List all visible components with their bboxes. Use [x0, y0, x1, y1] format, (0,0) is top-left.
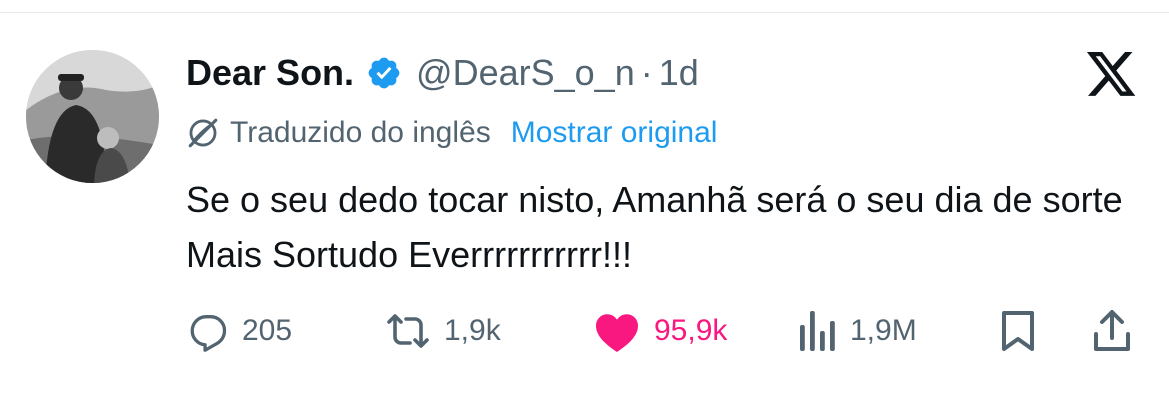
like-count: 95,9k	[654, 314, 728, 347]
avatar-photo	[26, 50, 159, 183]
translate-off-icon	[186, 116, 220, 150]
top-divider	[0, 12, 1169, 13]
reply-count: 205	[242, 314, 293, 347]
tweet-timestamp[interactable]: 1d	[659, 52, 699, 94]
repost-icon	[387, 314, 429, 348]
x-logo-icon[interactable]	[1086, 52, 1138, 98]
share-button[interactable]	[1092, 305, 1132, 357]
avatar[interactable]	[26, 50, 159, 183]
verified-badge-icon	[366, 55, 402, 91]
bookmark-icon	[1002, 311, 1034, 351]
translation-note: Traduzido do inglês	[230, 116, 491, 149]
views-button[interactable]: 1,9M	[798, 305, 917, 357]
reply-button[interactable]: 205	[186, 305, 292, 357]
action-bar: 205 1,9k 95,9k 1,9M	[186, 305, 1136, 357]
repost-button[interactable]: 1,9k	[384, 305, 501, 357]
like-button[interactable]: 95,9k	[592, 305, 727, 357]
share-icon	[1094, 310, 1130, 351]
heart-icon	[596, 314, 638, 352]
views-icon	[800, 311, 835, 351]
tweet-text: Se o seu dedo tocar nisto, Amanhã será o…	[186, 179, 1123, 275]
tweet-header: Dear Son. @DearS_o_n · 1d	[186, 46, 699, 100]
author-handle[interactable]: @DearS_o_n	[416, 52, 635, 94]
reply-icon	[190, 315, 227, 352]
author-name[interactable]: Dear Son.	[186, 52, 354, 94]
bookmark-button[interactable]	[998, 305, 1038, 357]
show-original-link[interactable]: Mostrar original	[511, 116, 718, 150]
views-count: 1,9M	[850, 314, 917, 347]
separator-dot: ·	[640, 52, 653, 93]
repost-count: 1,9k	[444, 314, 501, 347]
translation-row: Traduzido do inglês Mostrar original	[186, 110, 717, 156]
